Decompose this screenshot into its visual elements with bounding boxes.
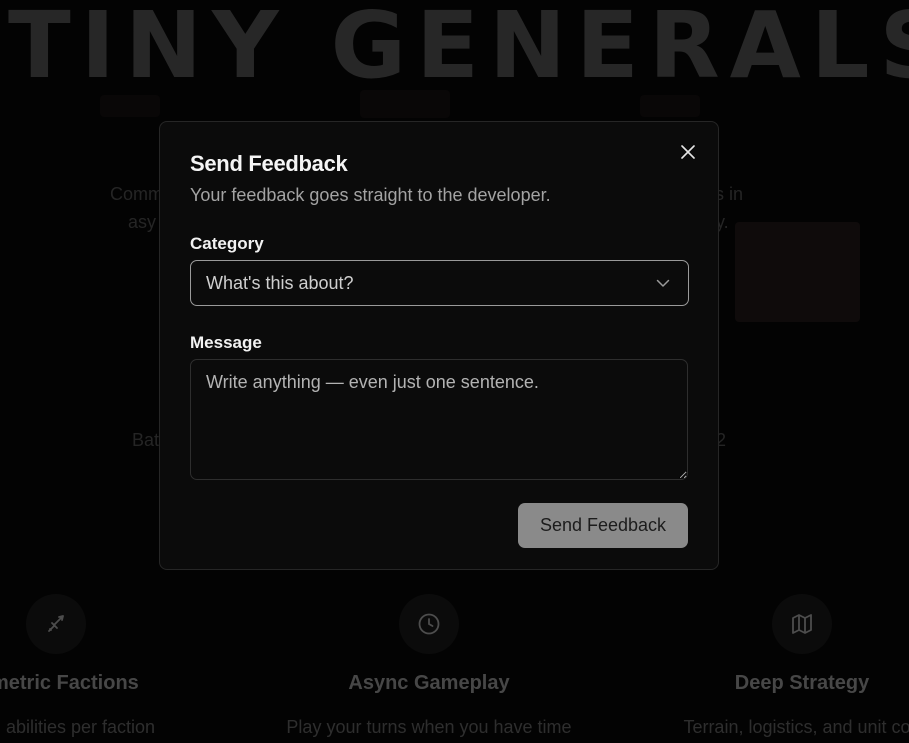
close-icon bbox=[681, 145, 695, 159]
category-select-value: What's this about? bbox=[206, 272, 354, 293]
category-label: Category bbox=[190, 234, 264, 253]
category-select[interactable]: What's this about? bbox=[190, 260, 689, 306]
feedback-dialog: Send Feedback Your feedback goes straigh… bbox=[159, 121, 719, 570]
send-feedback-button[interactable]: Send Feedback bbox=[518, 503, 688, 548]
chevron-down-icon bbox=[656, 279, 670, 287]
dialog-title: Send Feedback bbox=[190, 151, 348, 176]
message-textarea[interactable] bbox=[190, 359, 688, 480]
close-button[interactable] bbox=[678, 142, 698, 162]
message-label: Message bbox=[190, 333, 262, 352]
dialog-actions: Send Feedback bbox=[190, 503, 688, 548]
dialog-description: Your feedback goes straight to the devel… bbox=[190, 185, 551, 205]
landing-page: TINY GENERALS Comm asy s in y. Bat 2 mme… bbox=[0, 0, 909, 743]
